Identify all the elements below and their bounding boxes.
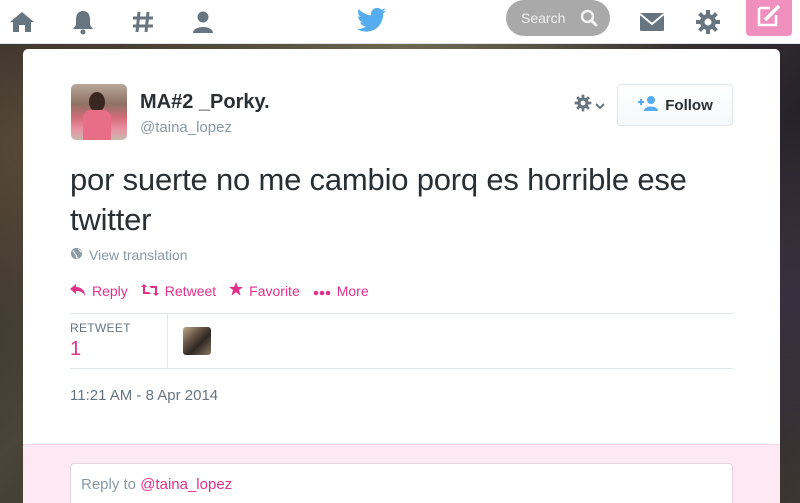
display-name[interactable]: MA#2 _Porky. <box>140 91 270 114</box>
retweet-label: Retweet <box>164 282 217 299</box>
chevron-down-icon <box>595 97 605 115</box>
hashtag-icon[interactable] <box>128 7 158 37</box>
divider <box>167 313 168 368</box>
retweet-button[interactable]: Retweet <box>140 282 217 299</box>
tweet-text: por suerte no me cambio porq es horrible… <box>70 162 687 237</box>
bird-logo-icon[interactable] <box>357 7 387 37</box>
divider <box>70 368 733 369</box>
reply-section: Reply to @taina_lopez <box>23 444 780 503</box>
reply-button[interactable]: Reply <box>70 283 128 299</box>
top-navigation-bar <box>0 0 800 44</box>
bell-icon[interactable] <box>68 7 98 37</box>
gear-icon[interactable] <box>693 7 723 37</box>
view-translation-label: View translation <box>89 247 188 263</box>
reply-prefix: Reply to <box>81 476 141 493</box>
more-label: More <box>336 282 369 299</box>
follow-label: Follow <box>665 96 713 114</box>
favorite-label: Favorite <box>249 282 300 299</box>
tweet-card: MA#2 _Porky. @taina_lopez Follow por sue… <box>23 49 780 503</box>
favorite-button[interactable]: Favorite <box>229 282 300 299</box>
avatar[interactable] <box>71 84 127 140</box>
user-actions-menu[interactable] <box>574 94 605 117</box>
gear-icon <box>574 94 592 117</box>
search-input[interactable] <box>521 10 583 26</box>
follow-button[interactable]: Follow <box>617 84 733 126</box>
star-icon <box>229 282 244 299</box>
divider <box>70 313 733 314</box>
screen-name[interactable]: @taina_lopez <box>140 119 232 136</box>
compose-icon <box>756 4 782 33</box>
search-icon[interactable] <box>580 9 598 30</box>
search-box[interactable] <box>506 0 610 36</box>
more-button[interactable]: More <box>313 283 369 299</box>
reply-input[interactable]: Reply to @taina_lopez <box>70 463 733 503</box>
add-user-icon <box>637 95 659 115</box>
ellipsis-icon <box>313 283 331 299</box>
compose-tweet-button[interactable] <box>746 0 792 36</box>
home-icon[interactable] <box>7 7 37 37</box>
tweet-timestamp: 11:21 AM - 8 Apr 2014 <box>70 387 219 404</box>
view-translation-link[interactable]: View translation <box>70 247 188 263</box>
reply-mention: @taina_lopez <box>140 476 233 493</box>
envelope-icon[interactable] <box>637 7 667 37</box>
globe-icon <box>70 247 83 263</box>
retweeter-avatar[interactable] <box>183 327 211 355</box>
retweet-count[interactable]: 1 <box>70 338 81 361</box>
reply-icon <box>70 283 86 299</box>
retweet-stat-label: RETWEET <box>70 321 131 335</box>
tweet-actions: Reply Retweet Favorite More <box>70 282 382 299</box>
user-icon[interactable] <box>188 7 218 37</box>
retweet-icon <box>140 283 159 299</box>
reply-label: Reply <box>92 282 128 299</box>
